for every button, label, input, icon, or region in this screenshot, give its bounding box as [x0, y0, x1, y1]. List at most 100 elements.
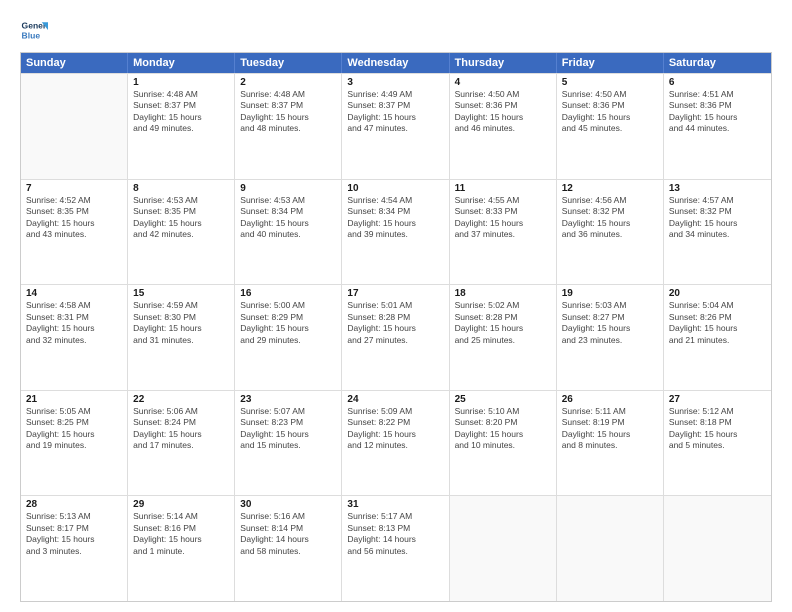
weekday-header-saturday: Saturday — [664, 53, 771, 73]
svg-text:Blue: Blue — [22, 31, 41, 41]
calendar-row-4: 28Sunrise: 5:13 AM Sunset: 8:17 PM Dayli… — [21, 495, 771, 601]
day-number: 5 — [562, 77, 658, 88]
day-number: 8 — [133, 183, 229, 194]
day-info: Sunrise: 4:54 AM Sunset: 8:34 PM Dayligh… — [347, 195, 443, 241]
day-number: 20 — [669, 288, 766, 299]
calendar-cell: 30Sunrise: 5:16 AM Sunset: 8:14 PM Dayli… — [235, 496, 342, 601]
day-info: Sunrise: 4:50 AM Sunset: 8:36 PM Dayligh… — [562, 89, 658, 135]
calendar-cell: 28Sunrise: 5:13 AM Sunset: 8:17 PM Dayli… — [21, 496, 128, 601]
calendar-cell: 9Sunrise: 4:53 AM Sunset: 8:34 PM Daylig… — [235, 180, 342, 285]
day-info: Sunrise: 5:14 AM Sunset: 8:16 PM Dayligh… — [133, 511, 229, 557]
calendar-row-2: 14Sunrise: 4:58 AM Sunset: 8:31 PM Dayli… — [21, 284, 771, 390]
calendar-body: 1 Sunrise: 4:48 AM Sunset: 8:37 PM Daylig… — [21, 73, 771, 601]
day-info: Sunrise: 5:11 AM Sunset: 8:19 PM Dayligh… — [562, 406, 658, 452]
calendar-row-0: 1 Sunrise: 4:48 AM Sunset: 8:37 PM Daylig… — [21, 73, 771, 179]
calendar-cell — [450, 496, 557, 601]
day-info: Sunrise: 4:49 AM Sunset: 8:37 PM Dayligh… — [347, 89, 443, 135]
calendar-cell: 1Sunrise: 4:48 AM Sunset: 8:37 PM Daylig… — [128, 74, 235, 179]
day-info: Sunrise: 4:50 AM Sunset: 8:36 PM Dayligh… — [455, 89, 551, 135]
day-info: Sunrise: 5:10 AM Sunset: 8:20 PM Dayligh… — [455, 406, 551, 452]
day-info: Sunrise: 4:48 AM Sunset: 8:37 PM Dayligh… — [240, 89, 336, 135]
day-number: 9 — [240, 183, 336, 194]
day-info: Sunrise: 4:57 AM Sunset: 8:32 PM Dayligh… — [669, 195, 766, 241]
day-number: 30 — [240, 499, 336, 510]
weekday-header-tuesday: Tuesday — [235, 53, 342, 73]
calendar-cell: 12Sunrise: 4:56 AM Sunset: 8:32 PM Dayli… — [557, 180, 664, 285]
day-number: 17 — [347, 288, 443, 299]
calendar-cell: 16Sunrise: 5:00 AM Sunset: 8:29 PM Dayli… — [235, 285, 342, 390]
calendar-cell: 4Sunrise: 4:50 AM Sunset: 8:36 PM Daylig… — [450, 74, 557, 179]
logo-icon: General Blue — [20, 16, 48, 44]
calendar-cell: 11Sunrise: 4:55 AM Sunset: 8:33 PM Dayli… — [450, 180, 557, 285]
day-info: Sunrise: 4:53 AM Sunset: 8:34 PM Dayligh… — [240, 195, 336, 241]
day-number: 6 — [669, 77, 766, 88]
calendar-cell — [664, 496, 771, 601]
svg-text:General: General — [22, 20, 48, 30]
day-info: Sunrise: 4:51 AM Sunset: 8:36 PM Dayligh… — [669, 89, 766, 135]
day-number: 23 — [240, 394, 336, 405]
day-number: 31 — [347, 499, 443, 510]
day-number: 14 — [26, 288, 122, 299]
day-number: 15 — [133, 288, 229, 299]
day-number: 27 — [669, 394, 766, 405]
day-number: 22 — [133, 394, 229, 405]
calendar-row-3: 21Sunrise: 5:05 AM Sunset: 8:25 PM Dayli… — [21, 390, 771, 496]
weekday-header-monday: Monday — [128, 53, 235, 73]
calendar-cell: 2Sunrise: 4:48 AM Sunset: 8:37 PM Daylig… — [235, 74, 342, 179]
day-number: 21 — [26, 394, 122, 405]
calendar-cell: 7Sunrise: 4:52 AM Sunset: 8:35 PM Daylig… — [21, 180, 128, 285]
day-info: Sunrise: 4:58 AM Sunset: 8:31 PM Dayligh… — [26, 300, 122, 346]
calendar-cell: 23Sunrise: 5:07 AM Sunset: 8:23 PM Dayli… — [235, 391, 342, 496]
day-number: 1 — [133, 77, 229, 88]
day-number: 10 — [347, 183, 443, 194]
calendar-cell: 5Sunrise: 4:50 AM Sunset: 8:36 PM Daylig… — [557, 74, 664, 179]
weekday-header-sunday: Sunday — [21, 53, 128, 73]
header: General Blue — [20, 16, 772, 44]
calendar-cell: 19Sunrise: 5:03 AM Sunset: 8:27 PM Dayli… — [557, 285, 664, 390]
calendar-cell: 20Sunrise: 5:04 AM Sunset: 8:26 PM Dayli… — [664, 285, 771, 390]
calendar-cell — [21, 74, 128, 179]
day-number: 25 — [455, 394, 551, 405]
calendar-cell: 27Sunrise: 5:12 AM Sunset: 8:18 PM Dayli… — [664, 391, 771, 496]
weekday-header-thursday: Thursday — [450, 53, 557, 73]
day-number: 12 — [562, 183, 658, 194]
calendar: SundayMondayTuesdayWednesdayThursdayFrid… — [20, 52, 772, 602]
day-number: 19 — [562, 288, 658, 299]
day-number: 18 — [455, 288, 551, 299]
weekday-header-friday: Friday — [557, 53, 664, 73]
day-info: Sunrise: 5:09 AM Sunset: 8:22 PM Dayligh… — [347, 406, 443, 452]
day-number: 26 — [562, 394, 658, 405]
day-number: 29 — [133, 499, 229, 510]
page: General Blue SundayMondayTuesdayWednesda… — [0, 0, 792, 612]
day-info: Sunrise: 5:01 AM Sunset: 8:28 PM Dayligh… — [347, 300, 443, 346]
calendar-cell: 24Sunrise: 5:09 AM Sunset: 8:22 PM Dayli… — [342, 391, 449, 496]
day-number: 2 — [240, 77, 336, 88]
day-info: Sunrise: 5:13 AM Sunset: 8:17 PM Dayligh… — [26, 511, 122, 557]
calendar-cell: 22Sunrise: 5:06 AM Sunset: 8:24 PM Dayli… — [128, 391, 235, 496]
calendar-cell: 10Sunrise: 4:54 AM Sunset: 8:34 PM Dayli… — [342, 180, 449, 285]
calendar-cell: 31Sunrise: 5:17 AM Sunset: 8:13 PM Dayli… — [342, 496, 449, 601]
calendar-cell: 25Sunrise: 5:10 AM Sunset: 8:20 PM Dayli… — [450, 391, 557, 496]
calendar-cell: 17Sunrise: 5:01 AM Sunset: 8:28 PM Dayli… — [342, 285, 449, 390]
day-number: 7 — [26, 183, 122, 194]
calendar-row-1: 7Sunrise: 4:52 AM Sunset: 8:35 PM Daylig… — [21, 179, 771, 285]
calendar-cell: 3Sunrise: 4:49 AM Sunset: 8:37 PM Daylig… — [342, 74, 449, 179]
day-info: Sunrise: 5:16 AM Sunset: 8:14 PM Dayligh… — [240, 511, 336, 557]
day-info: Sunrise: 4:52 AM Sunset: 8:35 PM Dayligh… — [26, 195, 122, 241]
day-info: Sunrise: 4:53 AM Sunset: 8:35 PM Dayligh… — [133, 195, 229, 241]
day-info: Sunrise: 5:00 AM Sunset: 8:29 PM Dayligh… — [240, 300, 336, 346]
calendar-header: SundayMondayTuesdayWednesdayThursdayFrid… — [21, 53, 771, 73]
calendar-cell: 15Sunrise: 4:59 AM Sunset: 8:30 PM Dayli… — [128, 285, 235, 390]
day-number: 4 — [455, 77, 551, 88]
calendar-cell: 18Sunrise: 5:02 AM Sunset: 8:28 PM Dayli… — [450, 285, 557, 390]
day-info: Sunrise: 5:05 AM Sunset: 8:25 PM Dayligh… — [26, 406, 122, 452]
day-number: 3 — [347, 77, 443, 88]
calendar-cell: 6Sunrise: 4:51 AM Sunset: 8:36 PM Daylig… — [664, 74, 771, 179]
calendar-cell: 29Sunrise: 5:14 AM Sunset: 8:16 PM Dayli… — [128, 496, 235, 601]
day-info: Sunrise: 5:07 AM Sunset: 8:23 PM Dayligh… — [240, 406, 336, 452]
day-info: Sunrise: 5:03 AM Sunset: 8:27 PM Dayligh… — [562, 300, 658, 346]
day-number: 16 — [240, 288, 336, 299]
calendar-cell: 8Sunrise: 4:53 AM Sunset: 8:35 PM Daylig… — [128, 180, 235, 285]
day-info: Sunrise: 4:59 AM Sunset: 8:30 PM Dayligh… — [133, 300, 229, 346]
day-number: 28 — [26, 499, 122, 510]
